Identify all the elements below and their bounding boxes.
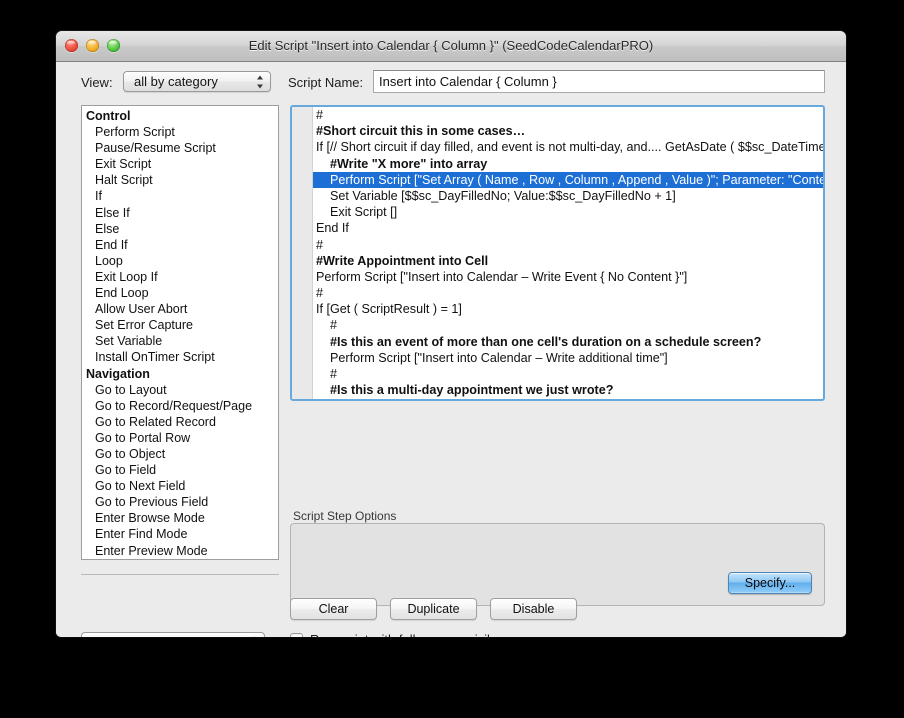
- duplicate-button[interactable]: Duplicate: [390, 598, 477, 620]
- step-list-item[interactable]: End If: [82, 237, 278, 253]
- script-line[interactable]: #: [313, 285, 823, 301]
- step-list-item[interactable]: Loop: [82, 253, 278, 269]
- script-line[interactable]: Perform Script ["Insert into Calendar – …: [313, 269, 823, 285]
- step-list-item[interactable]: Else: [82, 221, 278, 237]
- step-list-item[interactable]: Go to Layout: [82, 382, 278, 398]
- view-label: View:: [81, 75, 113, 90]
- script-line[interactable]: #: [313, 237, 823, 253]
- script-line[interactable]: #Is this a multi-day appointment we just…: [313, 382, 823, 398]
- script-line[interactable]: #Write Appointment into Cell: [313, 253, 823, 269]
- view-select-value: all by category: [134, 74, 218, 89]
- full-access-row: Run script with full access privileges: [290, 632, 518, 637]
- step-list-item[interactable]: Halt Script: [82, 172, 278, 188]
- step-list-item[interactable]: Exit Script: [82, 156, 278, 172]
- step-list-item[interactable]: Go to Previous Field: [82, 494, 278, 510]
- script-step-list[interactable]: Control Perform Script Pause/Resume Script…: [81, 105, 279, 560]
- clear-button[interactable]: Clear: [290, 598, 377, 620]
- step-list-item[interactable]: If: [82, 188, 278, 204]
- script-line[interactable]: Perform Script ["Insert into Calendar – …: [313, 398, 823, 399]
- step-list-item[interactable]: End Loop: [82, 285, 278, 301]
- script-step-options-box: Specify...: [290, 523, 825, 606]
- step-list-item[interactable]: Go to Portal Row: [82, 430, 278, 446]
- script-line[interactable]: Set Variable [$$sc_DayFilledNo; Value:$$…: [313, 188, 823, 204]
- step-list-item[interactable]: Exit Loop If: [82, 269, 278, 285]
- toolbar-row: View: all by category Script Name: Inser…: [56, 62, 846, 102]
- script-line-selected[interactable]: Perform Script ["Set Array ( Name , Row …: [313, 171, 823, 188]
- step-list-item[interactable]: Enter Preview Mode: [82, 543, 278, 559]
- script-line[interactable]: #: [313, 107, 823, 123]
- script-line[interactable]: Perform Script ["Insert into Calendar – …: [313, 350, 823, 366]
- disable-button[interactable]: Disable: [490, 598, 577, 620]
- step-list-item[interactable]: Else If: [82, 205, 278, 221]
- compatibility-select-value: Desktop: [92, 633, 140, 637]
- step-list-item[interactable]: Perform Script: [82, 124, 278, 140]
- step-list-item[interactable]: Allow User Abort: [82, 301, 278, 317]
- action-button-row: Clear Duplicate Disable: [290, 598, 577, 620]
- script-name-input[interactable]: Insert into Calendar { Column }: [373, 70, 825, 93]
- compatibility-select[interactable]: Desktop: [81, 632, 265, 637]
- step-list-category: Navigation: [86, 366, 150, 381]
- script-line[interactable]: #: [313, 317, 823, 333]
- script-lines: # #Short circuit this in some cases… If [/…: [313, 107, 823, 399]
- step-list-item[interactable]: Pause/Resume Script: [82, 140, 278, 156]
- step-list-item[interactable]: Set Variable: [82, 333, 278, 349]
- script-line[interactable]: #: [313, 366, 823, 382]
- edit-script-window: Edit Script "Insert into Calendar { Colu…: [56, 31, 846, 637]
- step-list-item[interactable]: Go to Object: [82, 446, 278, 462]
- script-line[interactable]: #Is this an event of more than one cell'…: [313, 334, 823, 350]
- script-line[interactable]: #Short circuit this in some cases…: [313, 123, 823, 139]
- view-select[interactable]: all by category: [123, 71, 271, 92]
- sidebar-divider: [81, 574, 279, 575]
- script-step-list-items: Control Perform Script Pause/Resume Script…: [82, 106, 278, 559]
- step-list-item[interactable]: Go to Record/Request/Page: [82, 398, 278, 414]
- script-step-options-label: Script Step Options: [293, 509, 397, 523]
- step-list-item[interactable]: Go to Field: [82, 462, 278, 478]
- step-list-item[interactable]: Enter Browse Mode: [82, 510, 278, 526]
- script-gutter: [292, 107, 313, 399]
- updown-arrows-icon: [250, 636, 257, 637]
- step-list-item[interactable]: Install OnTimer Script: [82, 349, 278, 365]
- step-list-item[interactable]: Go to Related Record: [82, 414, 278, 430]
- script-line[interactable]: #Write "X more" into array: [313, 156, 823, 172]
- window-titlebar[interactable]: Edit Script "Insert into Calendar { Colu…: [56, 31, 846, 62]
- script-line[interactable]: Exit Script []: [313, 204, 823, 220]
- full-access-checkbox[interactable]: [290, 633, 303, 637]
- step-list-item[interactable]: Go to Next Field: [82, 478, 278, 494]
- updown-arrows-icon: [256, 75, 263, 88]
- step-list-item[interactable]: Set Error Capture: [82, 317, 278, 333]
- window-content: View: all by category Script Name: Inser…: [56, 62, 846, 637]
- script-line[interactable]: End If: [313, 220, 823, 236]
- script-line[interactable]: If [Get ( ScriptResult ) = 1]: [313, 301, 823, 317]
- script-editor-pane[interactable]: # #Short circuit this in some cases… If [/…: [290, 105, 825, 401]
- specify-button[interactable]: Specify...: [728, 572, 812, 594]
- full-access-label: Run script with full access privileges: [310, 632, 518, 637]
- step-list-category: Control: [86, 109, 131, 123]
- script-line[interactable]: If [// Short circuit if day filled, and …: [313, 139, 823, 155]
- script-name-label: Script Name:: [288, 75, 364, 90]
- window-title: Edit Script "Insert into Calendar { Colu…: [248, 38, 654, 53]
- step-list-item[interactable]: Enter Find Mode: [82, 526, 278, 542]
